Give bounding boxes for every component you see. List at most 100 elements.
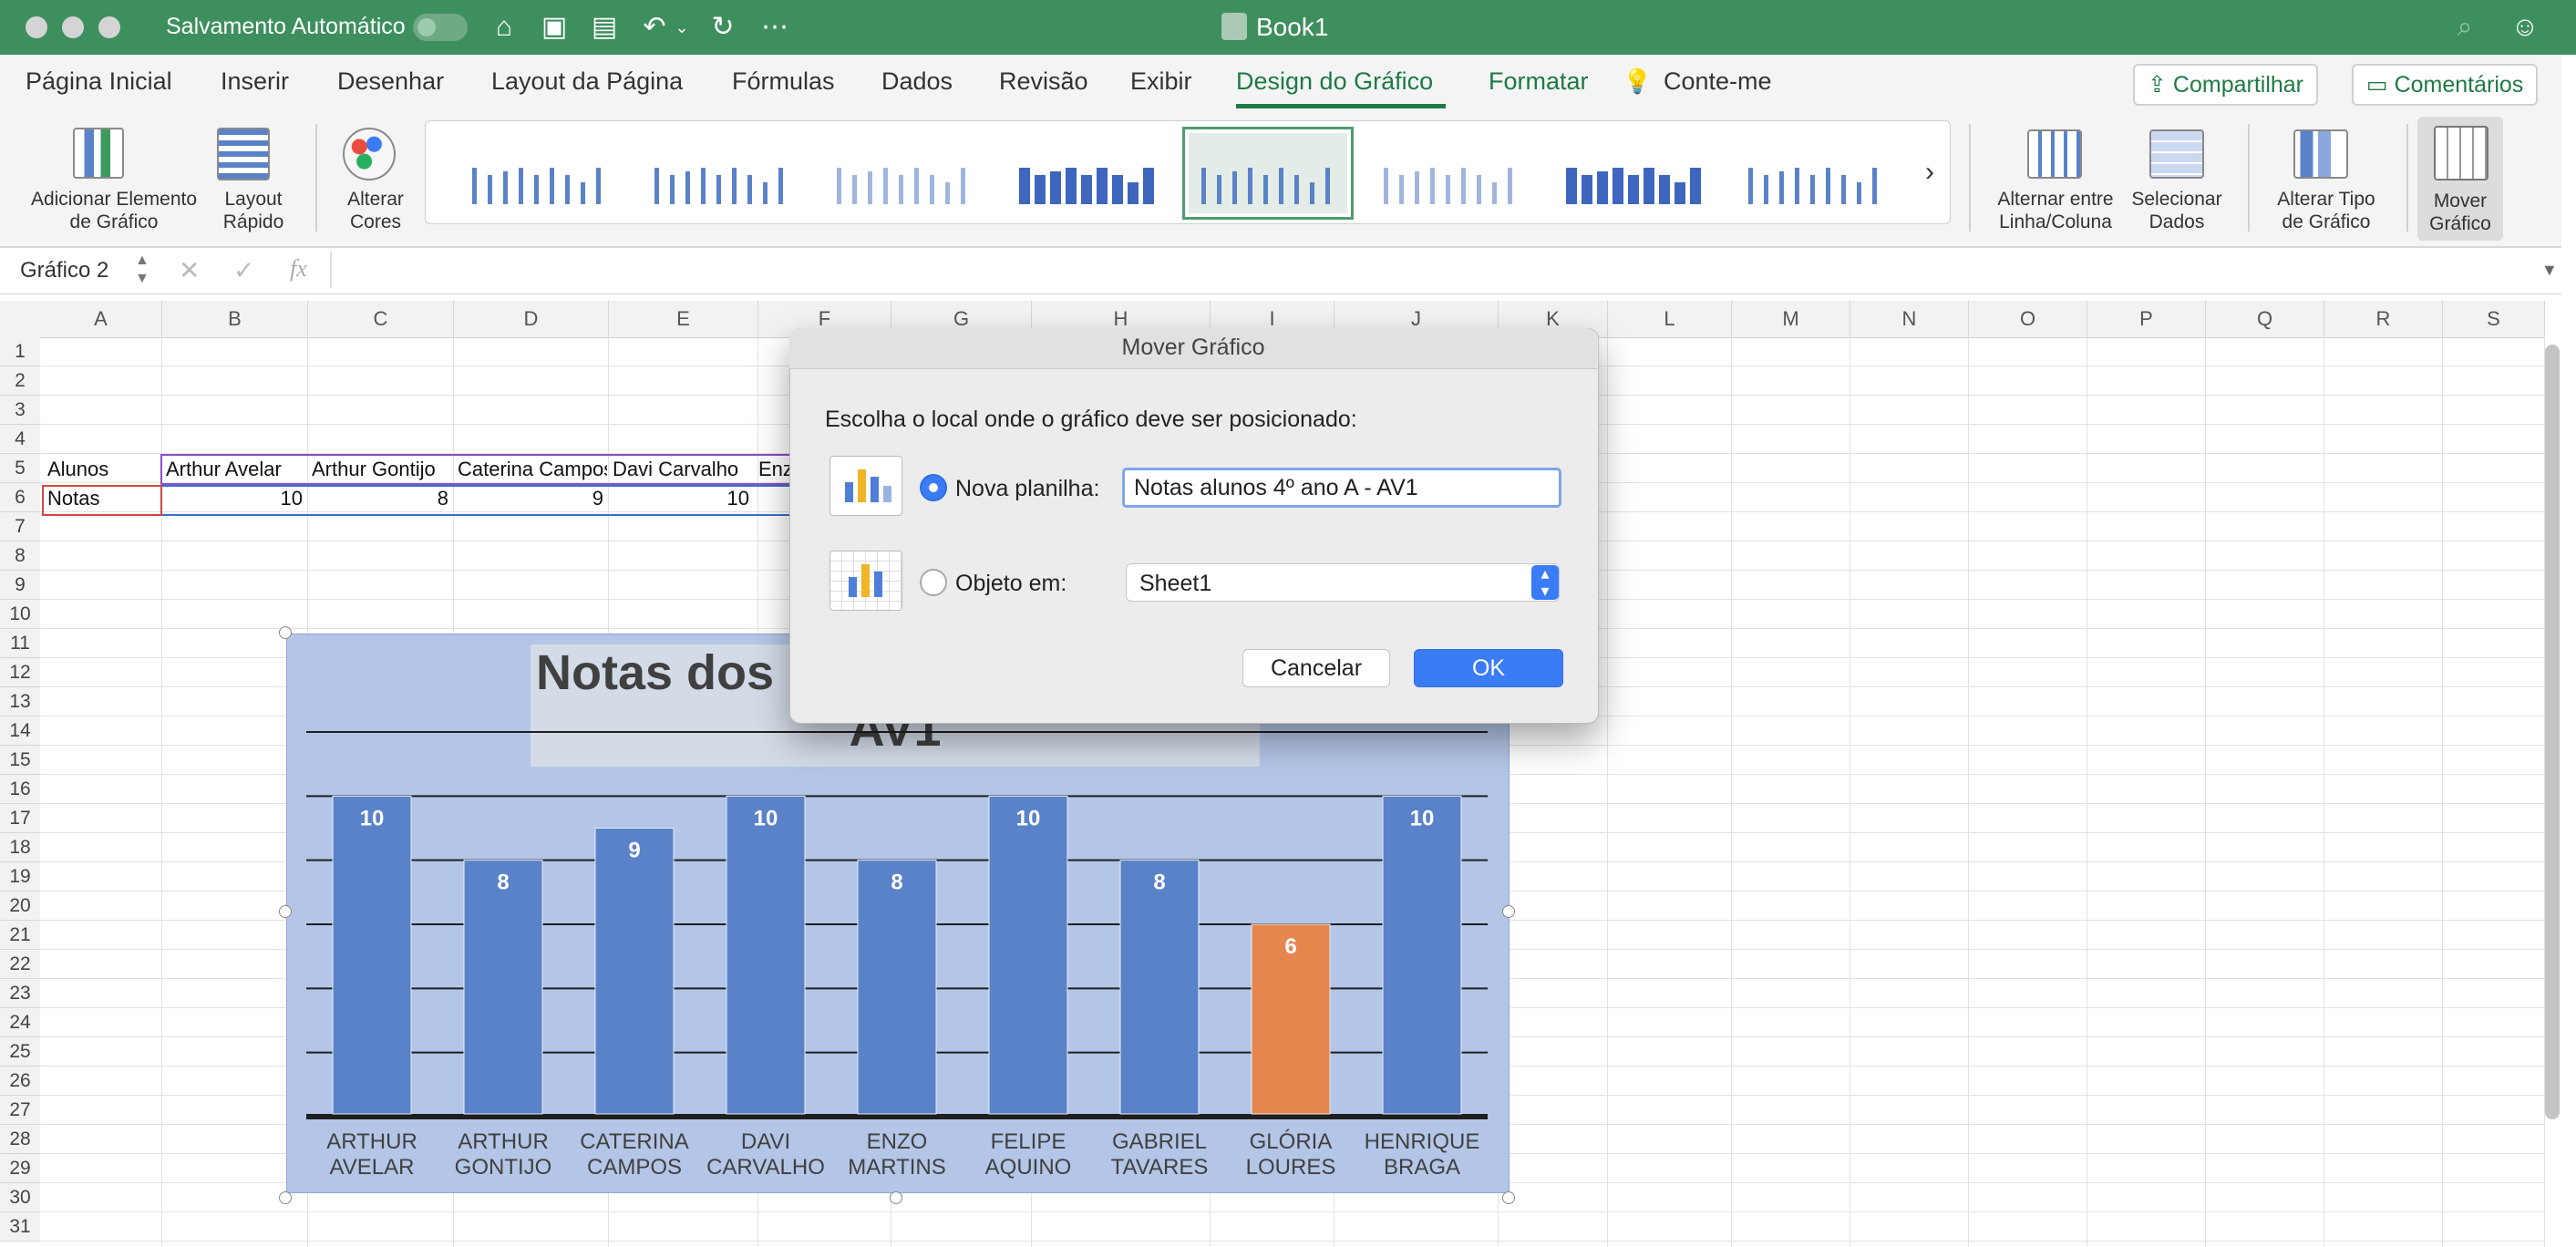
tab-design-do-grafico[interactable]: Design do Gráfico xyxy=(1236,67,1433,96)
row-header[interactable]: 6 xyxy=(0,483,40,512)
row-header[interactable]: 7 xyxy=(0,512,40,541)
close-window-button[interactable] xyxy=(26,16,47,38)
move-chart-button[interactable]: Mover Gráfico xyxy=(2417,117,2503,241)
chart-style-thumbnail[interactable] xyxy=(459,133,618,213)
autosave-toggle[interactable] xyxy=(413,14,468,41)
chart-resize-handle[interactable] xyxy=(890,1191,902,1204)
column-header[interactable]: A xyxy=(40,301,162,338)
search-icon[interactable]: ⌕ xyxy=(2448,11,2481,44)
row-header[interactable]: 14 xyxy=(0,716,40,746)
change-colors-button[interactable]: Alterar Cores xyxy=(330,119,421,237)
chart-bar[interactable] xyxy=(988,795,1068,1115)
row-header[interactable]: 17 xyxy=(0,804,40,833)
save-as-icon[interactable]: ▤ xyxy=(588,11,621,44)
chart-style-thumbnail[interactable] xyxy=(824,133,983,213)
row-header[interactable]: 29 xyxy=(0,1154,40,1183)
chart-style-thumbnail[interactable] xyxy=(1553,133,1712,213)
column-header[interactable]: P xyxy=(2087,301,2206,338)
change-chart-type-button[interactable]: Alterar Tipo de Gráfico xyxy=(2262,119,2390,237)
chart-resize-handle[interactable] xyxy=(1502,905,1515,918)
tab-pagina-inicial[interactable]: Página Inicial xyxy=(26,67,172,96)
column-header[interactable]: N xyxy=(1850,301,1969,338)
zoom-window-button[interactable] xyxy=(98,16,120,38)
column-header[interactable]: D xyxy=(454,301,609,338)
more-icon[interactable]: ⋯ xyxy=(758,11,791,44)
row-header[interactable]: 22 xyxy=(0,950,40,979)
tab-inserir[interactable]: Inserir xyxy=(221,67,289,96)
row-header[interactable]: 12 xyxy=(0,658,40,687)
row-header[interactable]: 25 xyxy=(0,1037,40,1067)
row-header[interactable]: 8 xyxy=(0,541,40,571)
row-header[interactable]: 19 xyxy=(0,862,40,891)
tab-revisao[interactable]: Revisão xyxy=(999,67,1088,96)
undo-icon[interactable]: ↶ xyxy=(638,11,671,44)
new-sheet-name-input[interactable] xyxy=(1122,468,1561,508)
select-arrows-icon[interactable]: ▴ ▾ xyxy=(1531,565,1559,600)
row-header[interactable]: 11 xyxy=(0,629,40,658)
row-header[interactable]: 2 xyxy=(0,366,40,396)
name-box-stepper-icon[interactable]: ▲ ▼ xyxy=(135,252,149,288)
row-header[interactable]: 4 xyxy=(0,425,40,454)
row-header[interactable]: 15 xyxy=(0,746,40,775)
add-chart-element-button[interactable]: Adicionar Elemento de Gráfico xyxy=(18,119,210,237)
chart-resize-handle[interactable] xyxy=(279,905,292,918)
chart-resize-handle[interactable] xyxy=(279,1191,292,1204)
chart-style-thumbnail[interactable] xyxy=(1006,133,1165,213)
tab-formulas[interactable]: Fórmulas xyxy=(732,67,835,96)
row-header[interactable]: 16 xyxy=(0,775,40,804)
chart-resize-handle[interactable] xyxy=(279,626,292,639)
share-button[interactable]: ⇪ Compartilhar xyxy=(2133,64,2319,106)
function-icon[interactable]: fx xyxy=(290,255,307,283)
row-header[interactable]: 3 xyxy=(0,396,40,425)
chart-bar[interactable] xyxy=(1119,860,1200,1115)
column-header[interactable]: E xyxy=(609,301,758,338)
switch-row-column-button[interactable]: Alternar entre Linha/Coluna xyxy=(1987,119,2124,237)
column-header[interactable]: Q xyxy=(2206,301,2324,338)
row-header[interactable]: 30 xyxy=(0,1183,40,1212)
cancel-entry-icon[interactable]: ✕ xyxy=(179,255,200,285)
chart-bar[interactable] xyxy=(1382,795,1462,1115)
save-icon[interactable]: ▣ xyxy=(538,11,571,44)
row-header[interactable]: 23 xyxy=(0,979,40,1008)
expand-formula-bar-icon[interactable]: ▼ xyxy=(2541,261,2558,280)
row-header[interactable]: 28 xyxy=(0,1125,40,1154)
row-header[interactable]: 10 xyxy=(0,600,40,629)
tab-exibir[interactable]: Exibir xyxy=(1130,67,1192,96)
tab-dados[interactable]: Dados xyxy=(881,67,953,96)
chart-style-thumbnail[interactable] xyxy=(642,133,800,213)
home-icon[interactable]: ⌂ xyxy=(488,11,520,44)
tab-desenhar[interactable]: Desenhar xyxy=(337,67,444,96)
account-icon[interactable]: ☺ xyxy=(2509,11,2541,44)
minimize-window-button[interactable] xyxy=(62,16,84,38)
row-header[interactable]: 1 xyxy=(0,337,40,366)
tab-formatar[interactable]: Formatar xyxy=(1489,67,1589,96)
chart-style-thumbnail[interactable] xyxy=(1736,133,1894,213)
row-header[interactable]: 26 xyxy=(0,1067,40,1096)
chart-bar[interactable] xyxy=(726,795,806,1115)
cancel-button[interactable]: Cancelar xyxy=(1242,649,1390,687)
tab-conte-me[interactable]: Conte-me xyxy=(1664,67,1772,96)
vertical-scrollbar[interactable] xyxy=(2545,345,2560,1119)
row-header[interactable]: 18 xyxy=(0,833,40,862)
chart-resize-handle[interactable] xyxy=(1502,1191,1515,1204)
cell-a5[interactable]: Alunos xyxy=(47,458,160,481)
redo-icon[interactable]: ↻ xyxy=(706,11,739,44)
chart-style-thumbnail[interactable] xyxy=(1182,127,1354,220)
object-in-sheet-select[interactable]: Sheet1 xyxy=(1126,563,1560,602)
chart-bar[interactable] xyxy=(857,860,937,1115)
row-header[interactable]: 5 xyxy=(0,454,40,483)
row-header[interactable]: 24 xyxy=(0,1008,40,1037)
chart-bar[interactable] xyxy=(332,795,412,1115)
row-header[interactable]: 20 xyxy=(0,891,40,921)
comments-button[interactable]: ▭ Comentários xyxy=(2352,64,2539,106)
row-header[interactable]: 31 xyxy=(0,1212,40,1242)
column-header[interactable]: S xyxy=(2443,301,2545,338)
column-header[interactable]: O xyxy=(1969,301,2087,338)
quick-layout-button[interactable]: Layout Rápido xyxy=(208,119,299,237)
row-header[interactable]: 13 xyxy=(0,687,40,716)
column-header[interactable]: M xyxy=(1732,301,1850,338)
select-data-button[interactable]: Selecionar Dados xyxy=(2122,119,2231,237)
column-header[interactable]: B xyxy=(162,301,308,338)
undo-dropdown-icon[interactable]: ⌄ xyxy=(671,11,693,44)
tab-layout-da-pagina[interactable]: Layout da Página xyxy=(491,67,683,96)
